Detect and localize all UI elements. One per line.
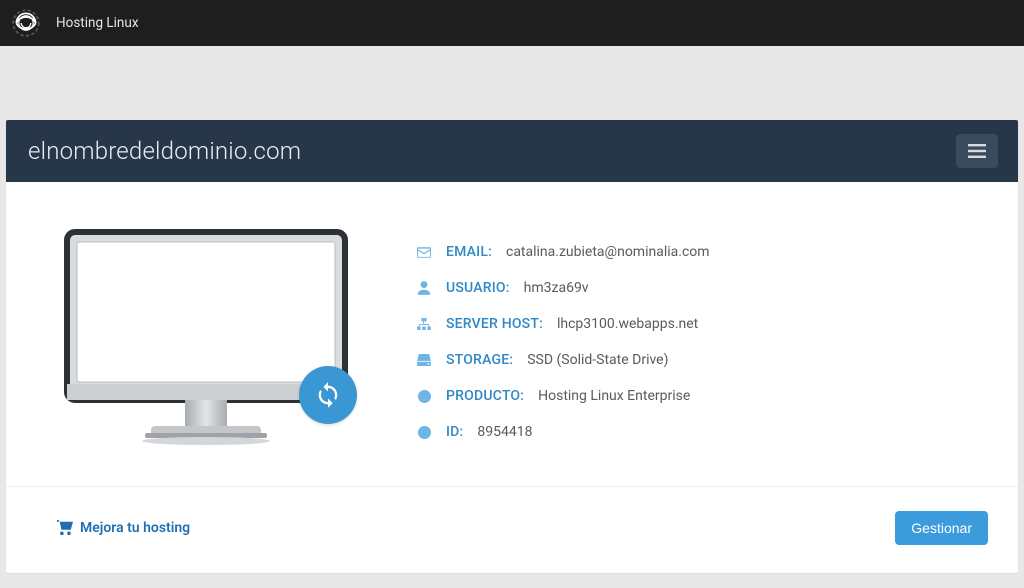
hosting-card: elnombredeldominio.com [6,120,1018,573]
arrow-circle-icon [416,390,432,403]
info-value: SSD (Solid-State Drive) [527,352,668,368]
info-value: lhcp3100.webapps.net [557,316,698,332]
refresh-badge[interactable] [299,366,357,424]
info-label: SERVER HOST: [446,316,543,332]
info-label: PRODUCTO: [446,388,524,404]
info-label: EMAIL: [446,244,492,260]
info-label: ID: [446,424,463,440]
info-row-product: PRODUCTO: Hosting Linux Enterprise [416,378,988,414]
card-body: EMAIL: catalina.zubieta@nominalia.com US… [6,182,1018,486]
refresh-icon [314,381,342,409]
hamburger-icon [968,144,986,158]
upgrade-hosting-label: Mejora tu hosting [80,520,190,536]
info-value: 8954418 [477,424,532,440]
info-value: hm3za69v [524,280,589,296]
info-row-user: USUARIO: hm3za69v [416,270,988,306]
upgrade-hosting-link[interactable]: Mejora tu hosting [56,520,190,536]
arrow-circle-icon [416,426,432,439]
topbar: Hosting Linux [0,0,1024,46]
manage-button[interactable]: Gestionar [895,511,988,545]
card-header: elnombredeldominio.com [6,120,1018,182]
info-list: EMAIL: catalina.zubieta@nominalia.com US… [416,228,988,458]
hdd-icon [416,354,432,366]
monitor-icon [61,228,351,458]
cart-icon [56,520,74,536]
info-label: USUARIO: [446,280,510,296]
user-icon [416,281,432,295]
brand-logo [10,7,42,39]
info-value: Hosting Linux Enterprise [538,388,690,404]
info-row-id: ID: 8954418 [416,414,988,450]
info-label: STORAGE: [446,352,513,368]
info-value: catalina.zubieta@nominalia.com [506,244,710,260]
info-row-email: EMAIL: catalina.zubieta@nominalia.com [416,234,988,270]
topbar-title: Hosting Linux [56,15,139,31]
domain-name: elnombredeldominio.com [28,137,301,165]
info-row-server: SERVER HOST: lhcp3100.webapps.net [416,306,988,342]
info-row-storage: STORAGE: SSD (Solid-State Drive) [416,342,988,378]
card-footer: Mejora tu hosting Gestionar [6,486,1018,573]
product-illustration [36,228,376,458]
envelope-icon [416,247,432,258]
sitemap-icon [416,318,432,330]
menu-button[interactable] [956,134,998,168]
